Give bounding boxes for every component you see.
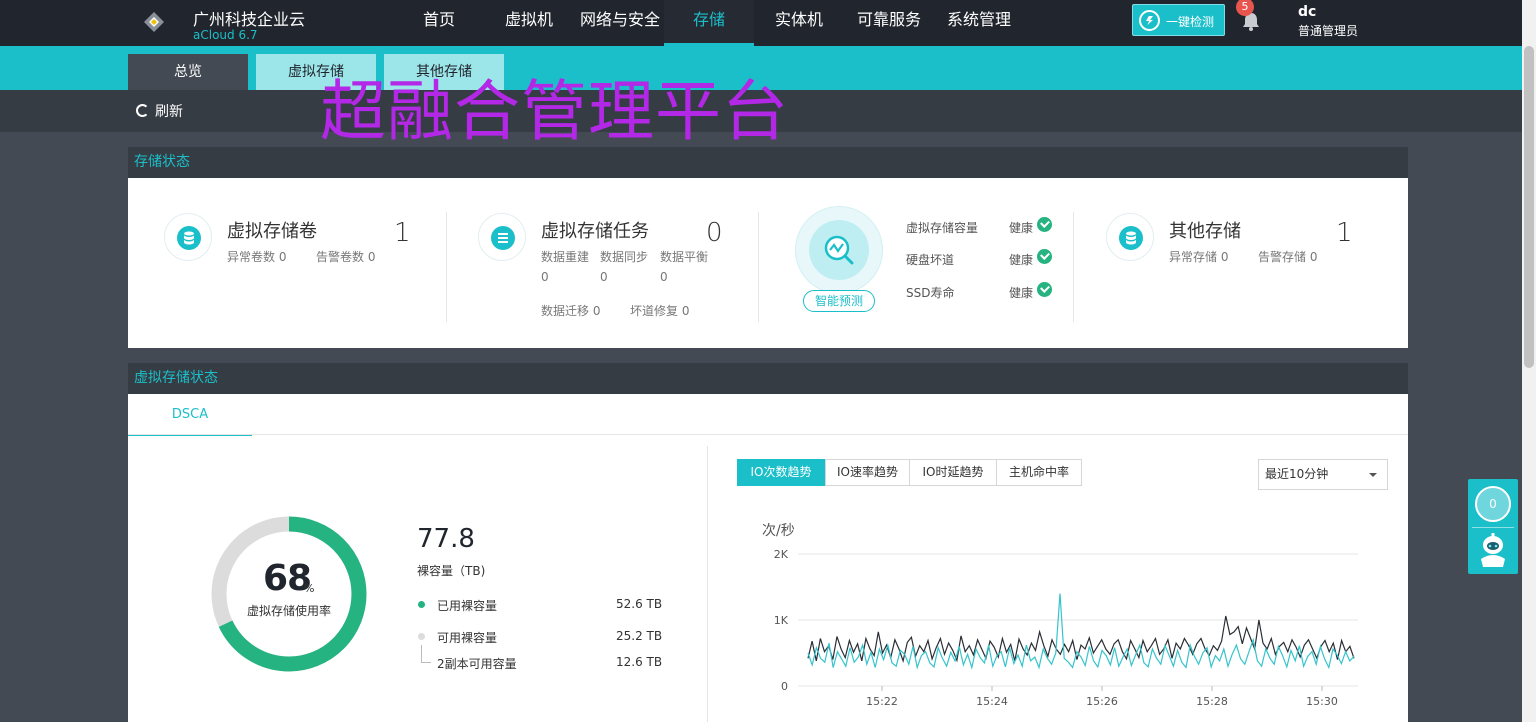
tab-overview[interactable]: 总览 — [128, 54, 248, 90]
used-capacity-label: 已用裸容量 — [437, 599, 498, 613]
health-bad-sector-value: 健康 — [1009, 253, 1034, 267]
user-name[interactable]: dc — [1298, 4, 1316, 20]
time-range-select[interactable]: 最近10分钟 — [1258, 459, 1388, 490]
y-tick-label: 1K — [774, 614, 789, 627]
refresh-button[interactable]: 刷新 — [136, 101, 183, 121]
migrate-stat: 数据迁移 0 — [541, 304, 601, 318]
available-legend-dot — [418, 633, 425, 640]
abnormal-volumes: 异常卷数 0 — [227, 250, 287, 264]
tab-underline — [128, 434, 1408, 435]
product-version: aCloud 6.7 — [193, 28, 258, 42]
raw-capacity-value: 77.8 — [417, 524, 475, 554]
floating-divider — [1472, 527, 1514, 528]
other-storage-icon — [1106, 213, 1154, 261]
balance-value: 0 — [660, 270, 668, 284]
magnifier-chart-icon — [824, 235, 854, 265]
health-ssd-label: SSD寿命 — [906, 286, 955, 300]
brand-name: 广州科技企业云 — [193, 10, 306, 29]
nav-item-reliable-services[interactable]: 可靠服务 — [852, 0, 926, 46]
raw-capacity-label: 裸容量（TB) — [417, 564, 486, 578]
refresh-icon — [136, 104, 149, 117]
assistant-robot-icon[interactable] — [1476, 531, 1510, 571]
user-role: 普通管理员 — [1298, 24, 1359, 38]
task-counter-button[interactable]: 0 — [1475, 486, 1511, 522]
io-series-line-2 — [807, 593, 1355, 670]
available-capacity-label: 可用裸容量 — [437, 631, 498, 645]
smart-predict-button[interactable]: 智能预测 — [803, 290, 875, 312]
x-tick-label: 15:30 — [1306, 695, 1338, 708]
card-divider — [1073, 212, 1074, 322]
one-click-check-button[interactable]: 一键检测 — [1132, 4, 1225, 36]
y-tick-label: 2K — [774, 548, 789, 561]
check-circle-icon — [1037, 249, 1052, 264]
tab-host-hit-rate[interactable]: 主机命中率 — [996, 459, 1082, 486]
health-capacity-value: 健康 — [1009, 221, 1034, 235]
x-tick-label: 15:26 — [1086, 695, 1118, 708]
nav-item-physical[interactable]: 实体机 — [770, 0, 828, 46]
tab-io-rate-trend[interactable]: IO速率趋势 — [825, 459, 910, 486]
other-storage-count: 1 — [1336, 218, 1353, 248]
virtual-task-title[interactable]: 虚拟存储任务 — [541, 217, 649, 243]
balance-label: 数据平衡 — [660, 250, 709, 264]
tab-io-latency-trend[interactable]: IO时延趋势 — [909, 459, 997, 486]
nav-item-system-management[interactable]: 系统管理 — [942, 0, 1016, 46]
rebuild-value: 0 — [541, 270, 549, 284]
replica-capacity-label: 2副本可用容量 — [437, 657, 517, 671]
tree-connector — [421, 645, 431, 663]
tab-io-count-trend[interactable]: IO次数趋势 — [737, 459, 825, 486]
replica-capacity-value: 12.6 TB — [616, 655, 663, 669]
card-divider — [446, 212, 447, 322]
logo-icon — [144, 12, 164, 32]
virtual-storage-state-header: 虚拟存储状态 — [128, 363, 1408, 394]
overlay-title: 超融合管理平台 — [320, 73, 789, 150]
health-capacity-label: 虚拟存储容量 — [906, 221, 979, 235]
usage-percent-unit: % — [304, 582, 315, 595]
storage-status-header: 存储状态 — [128, 147, 1408, 178]
rebuild-label: 数据重建 — [541, 250, 590, 264]
health-bad-sector-label: 硬盘坏道 — [906, 253, 955, 267]
chart-unit-label: 次/秒 — [762, 523, 795, 539]
x-tick-label: 15:24 — [976, 695, 1008, 708]
nav-item-vm[interactable]: 虚拟机 — [500, 0, 558, 46]
lightning-icon — [1139, 10, 1160, 31]
alarm-volumes: 告警卷数 0 — [316, 250, 376, 264]
x-tick-label: 15:28 — [1196, 695, 1228, 708]
tab-dsca[interactable]: DSCA — [128, 394, 252, 436]
virtual-volume-icon — [164, 213, 212, 261]
alarm-storage: 告警存储 0 — [1258, 250, 1318, 264]
io-trend-chart: 2K 1K 0 15:22 15:24 15:26 15:28 15:30 — [774, 548, 1358, 708]
used-capacity-value: 52.6 TB — [616, 597, 663, 611]
nav-item-storage[interactable]: 存储 — [664, 0, 754, 46]
abnormal-storage: 异常存储 0 — [1169, 250, 1229, 264]
check-circle-icon — [1037, 217, 1052, 232]
scrollbar-thumb[interactable] — [1524, 46, 1534, 368]
used-legend-dot — [418, 601, 425, 608]
virtual-task-icon — [478, 213, 526, 261]
health-ssd-value: 健康 — [1009, 286, 1034, 300]
repair-stat: 坏道修复 0 — [630, 304, 690, 318]
card-divider — [758, 212, 759, 322]
one-click-check-label: 一键检测 — [1166, 15, 1215, 29]
available-capacity-value: 25.2 TB — [616, 629, 663, 643]
section-divider — [707, 446, 708, 722]
refresh-label: 刷新 — [155, 104, 183, 120]
nav-item-network-security[interactable]: 网络与安全 — [576, 0, 664, 46]
virtual-volume-count: 1 — [394, 218, 411, 248]
nav-item-home[interactable]: 首页 — [413, 0, 465, 46]
virtual-task-count: 0 — [706, 218, 723, 248]
virtual-volume-title[interactable]: 虚拟存储卷 — [227, 217, 317, 243]
usage-label: 虚拟存储使用率 — [246, 604, 331, 618]
y-tick-label: 0 — [781, 680, 788, 693]
other-storage-title[interactable]: 其他存储 — [1169, 217, 1241, 243]
sync-value: 0 — [600, 270, 608, 284]
x-tick-label: 15:22 — [866, 695, 898, 708]
sync-label: 数据同步 — [600, 250, 649, 264]
check-circle-icon — [1037, 282, 1052, 297]
